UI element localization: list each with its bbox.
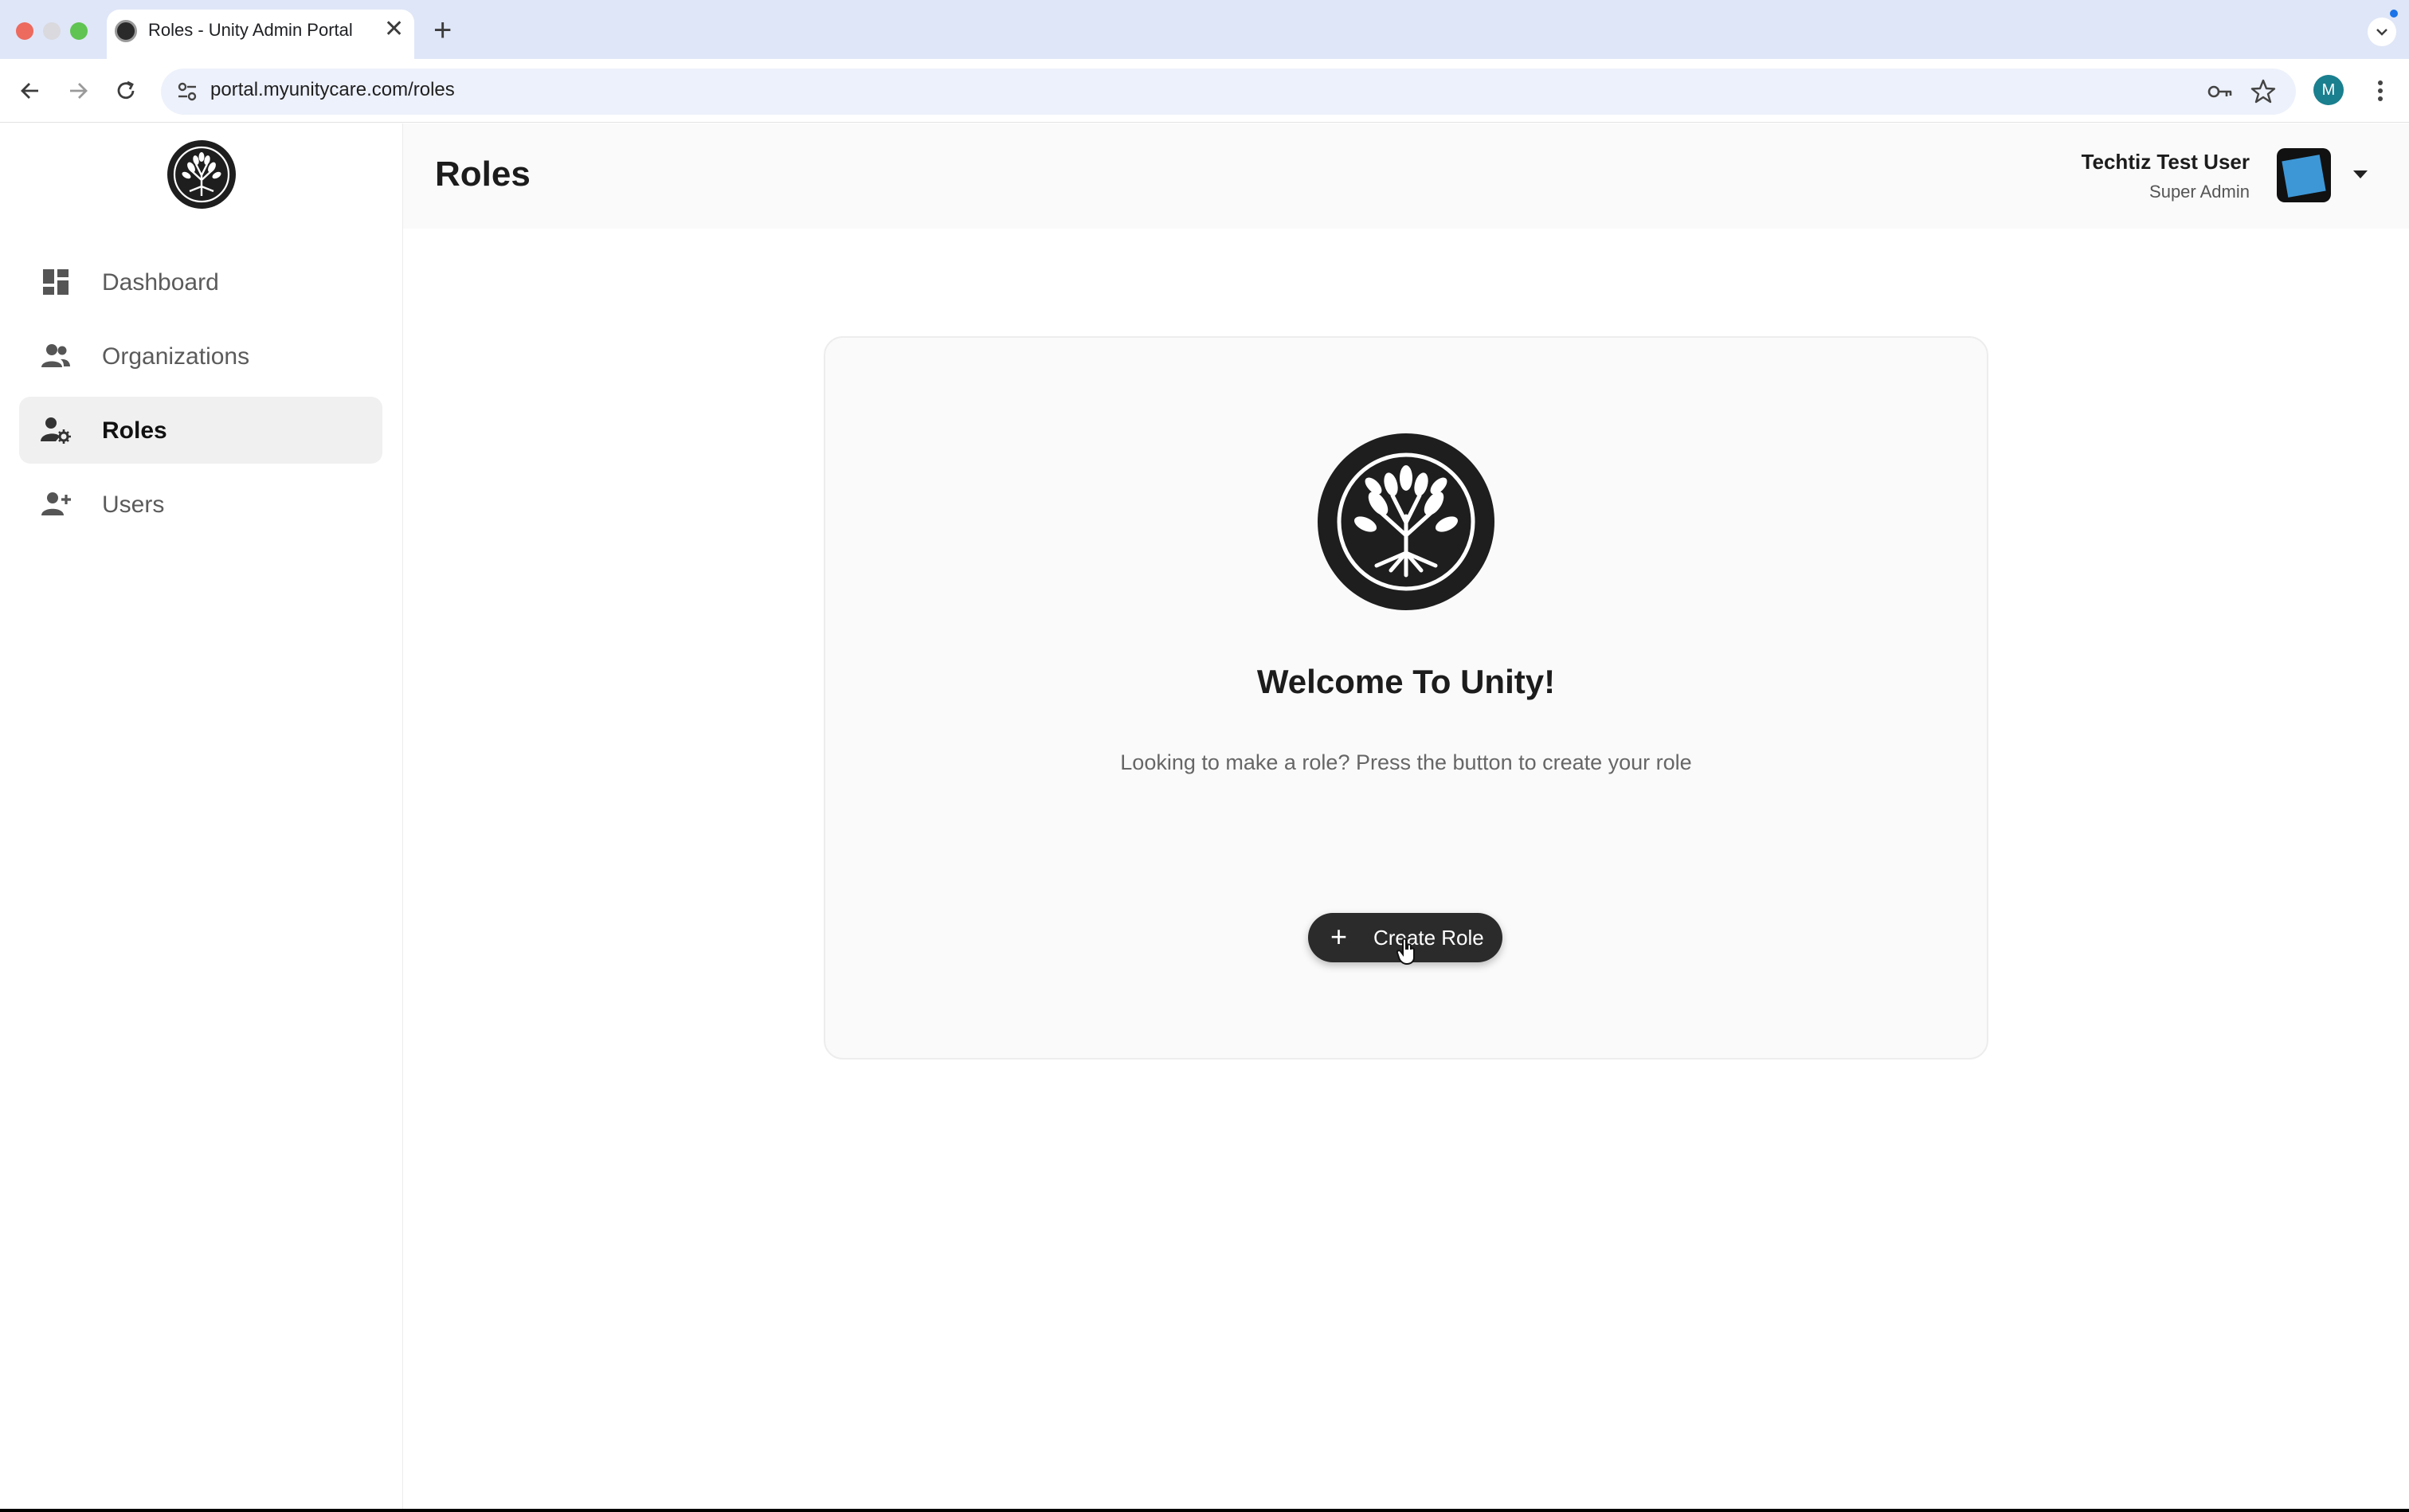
unity-logo-icon[interactable] [167,140,236,209]
profile-avatar[interactable]: M [2313,75,2344,105]
bookmark-star-icon[interactable] [2248,76,2278,107]
url-text[interactable]: portal.myunitycare.com/roles [210,79,455,101]
user-menu-caret-icon[interactable] [2352,169,2369,180]
welcome-title: Welcome To Unity! [1256,663,1556,700]
maximize-window-button[interactable] [70,22,88,40]
address-bar[interactable] [161,69,2296,115]
page-title: Roles [435,155,531,194]
plus-icon: + [1330,920,1348,953]
sidebar-item-label: Users [102,492,165,518]
tab-favicon-icon [115,20,137,42]
welcome-message: Looking to make a role? Press the button… [1120,750,1692,774]
forward-button[interactable] [62,75,94,107]
avatar-image [2282,155,2326,198]
tab-title: Roles - Unity Admin Portal [148,20,353,40]
sidebar-item-organizations[interactable]: Organizations [19,323,382,390]
chevron-down-icon [2376,29,2387,36]
close-window-button[interactable] [16,22,33,40]
site-info-icon[interactable] [174,78,201,105]
user-name[interactable]: Techtiz Test User [2082,150,2250,174]
sidebar-item-roles[interactable]: Roles [19,397,382,464]
roles-icon [40,414,72,446]
arrow-left-icon [21,83,38,99]
sidebar-item-dashboard[interactable]: Dashboard [19,249,382,315]
user-avatar[interactable] [2277,148,2331,202]
unity-tree-logo-icon [1318,433,1494,610]
tab-search-button[interactable] [2368,18,2396,46]
sidebar-item-label: Roles [102,417,167,444]
user-role: Super Admin [2149,182,2250,202]
back-button[interactable] [14,75,46,107]
add-user-icon [40,488,72,520]
new-tab-button[interactable]: + [433,13,452,48]
screen: Roles - Unity Admin Portal ✕ + portal.my… [0,0,2409,1509]
arrow-right-icon [70,83,88,99]
page-header [403,123,2409,229]
dashboard-icon [40,266,72,298]
browser-menu-icon[interactable] [2371,75,2390,107]
reload-button[interactable] [110,75,142,107]
notification-dot [2390,10,2398,18]
sidebar-item-label: Organizations [102,343,250,370]
mouse-pointer-icon [1396,937,1418,966]
password-key-icon[interactable] [2205,76,2235,107]
tab-close-icon[interactable]: ✕ [384,17,404,42]
sidebar-item-label: Dashboard [102,269,219,296]
create-role-label: Create Role [1373,926,1484,950]
sidebar-item-users[interactable]: Users [19,471,382,538]
minimize-window-button[interactable] [43,22,61,40]
reload-icon [117,80,135,100]
organizations-icon [40,340,72,372]
